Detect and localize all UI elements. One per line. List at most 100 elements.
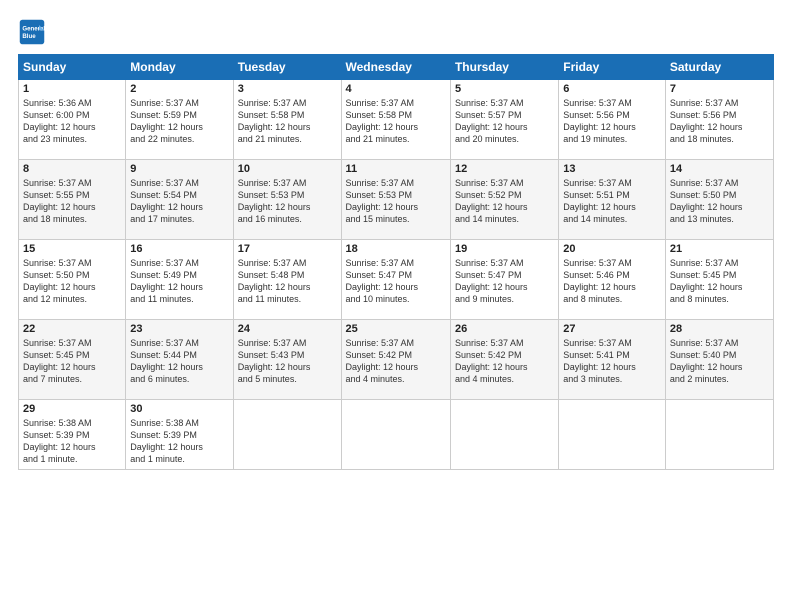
day-info: Sunrise: 5:37 AMSunset: 5:50 PMDaylight:… — [23, 257, 121, 306]
day-info: Sunrise: 5:37 AMSunset: 5:41 PMDaylight:… — [563, 337, 661, 386]
day-info: Sunrise: 5:37 AMSunset: 5:47 PMDaylight:… — [455, 257, 554, 306]
day-number: 25 — [346, 323, 446, 335]
calendar-cell — [665, 400, 773, 470]
day-number: 8 — [23, 163, 121, 175]
calendar-cell: 9 Sunrise: 5:37 AMSunset: 5:54 PMDaylight… — [126, 160, 233, 240]
day-number: 16 — [130, 243, 228, 255]
day-number: 4 — [346, 83, 446, 95]
calendar-cell: 17 Sunrise: 5:37 AMSunset: 5:48 PMDayligh… — [233, 240, 341, 320]
day-info: Sunrise: 5:37 AMSunset: 5:51 PMDaylight:… — [563, 177, 661, 226]
calendar-cell: 16 Sunrise: 5:37 AMSunset: 5:49 PMDayligh… — [126, 240, 233, 320]
day-info: Sunrise: 5:37 AMSunset: 5:53 PMDaylight:… — [346, 177, 446, 226]
calendar-cell — [559, 400, 666, 470]
calendar-cell — [341, 400, 450, 470]
calendar-cell: 27 Sunrise: 5:37 AMSunset: 5:41 PMDayligh… — [559, 320, 666, 400]
calendar-cell: 10 Sunrise: 5:37 AMSunset: 5:53 PMDayligh… — [233, 160, 341, 240]
day-number: 7 — [670, 83, 769, 95]
day-info: Sunrise: 5:37 AMSunset: 5:44 PMDaylight:… — [130, 337, 228, 386]
day-number: 20 — [563, 243, 661, 255]
weekday-header: Wednesday — [341, 55, 450, 80]
calendar-cell: 2Sunrise: 5:37 AMSunset: 5:59 PMDaylight… — [126, 80, 233, 160]
day-info: Sunrise: 5:37 AMSunset: 5:58 PMDaylight:… — [346, 97, 446, 146]
day-number: 18 — [346, 243, 446, 255]
day-info: Sunrise: 5:37 AMSunset: 5:53 PMDaylight:… — [238, 177, 337, 226]
day-info: Sunrise: 5:37 AMSunset: 5:56 PMDaylight:… — [563, 97, 661, 146]
day-info: Sunrise: 5:37 AMSunset: 5:49 PMDaylight:… — [130, 257, 228, 306]
day-number: 29 — [23, 403, 121, 415]
day-info: Sunrise: 5:37 AMSunset: 5:42 PMDaylight:… — [346, 337, 446, 386]
calendar-cell: 3Sunrise: 5:37 AMSunset: 5:58 PMDaylight… — [233, 80, 341, 160]
calendar-cell: 4 Sunrise: 5:37 AMSunset: 5:58 PMDaylight… — [341, 80, 450, 160]
calendar-week-row: 15 Sunrise: 5:37 AMSunset: 5:50 PMDayligh… — [19, 240, 774, 320]
day-info: Sunrise: 5:37 AMSunset: 5:45 PMDaylight:… — [670, 257, 769, 306]
calendar-cell: 28 Sunrise: 5:37 AMSunset: 5:40 PMDayligh… — [665, 320, 773, 400]
calendar-cell: 5 Sunrise: 5:37 AMSunset: 5:57 PMDaylight… — [450, 80, 558, 160]
day-number: 21 — [670, 243, 769, 255]
calendar: SundayMondayTuesdayWednesdayThursdayFrid… — [18, 54, 774, 470]
weekday-header: Saturday — [665, 55, 773, 80]
weekday-header: Sunday — [19, 55, 126, 80]
day-info: Sunrise: 5:37 AMSunset: 5:50 PMDaylight:… — [670, 177, 769, 226]
calendar-cell: 15 Sunrise: 5:37 AMSunset: 5:50 PMDayligh… — [19, 240, 126, 320]
weekday-header-row: SundayMondayTuesdayWednesdayThursdayFrid… — [19, 55, 774, 80]
day-number: 17 — [238, 243, 337, 255]
day-number: 9 — [130, 163, 228, 175]
weekday-header: Friday — [559, 55, 666, 80]
calendar-week-row: 8 Sunrise: 5:37 AMSunset: 5:55 PMDaylight… — [19, 160, 774, 240]
day-info: Sunrise: 5:37 AMSunset: 5:59 PMDaylight:… — [130, 97, 228, 146]
day-info: Sunrise: 5:37 AMSunset: 5:45 PMDaylight:… — [23, 337, 121, 386]
calendar-cell: 12 Sunrise: 5:37 AMSunset: 5:52 PMDayligh… — [450, 160, 558, 240]
day-info: Sunrise: 5:37 AMSunset: 5:47 PMDaylight:… — [346, 257, 446, 306]
day-number: 1 — [23, 83, 121, 95]
day-number: 23 — [130, 323, 228, 335]
calendar-cell: 29Sunrise: 5:38 AMSunset: 5:39 PMDayligh… — [19, 400, 126, 470]
day-info: Sunrise: 5:37 AMSunset: 5:48 PMDaylight:… — [238, 257, 337, 306]
calendar-cell: 30 Sunrise: 5:38 AMSunset: 5:39 PMDayligh… — [126, 400, 233, 470]
page: General Blue SundayMondayTuesdayWednesda… — [0, 0, 792, 612]
day-info: Sunrise: 5:37 AMSunset: 5:54 PMDaylight:… — [130, 177, 228, 226]
weekday-header: Tuesday — [233, 55, 341, 80]
day-info: Sunrise: 5:37 AMSunset: 5:42 PMDaylight:… — [455, 337, 554, 386]
day-number: 22 — [23, 323, 121, 335]
day-info: Sunrise: 5:37 AMSunset: 5:43 PMDaylight:… — [238, 337, 337, 386]
calendar-cell: 20 Sunrise: 5:37 AMSunset: 5:46 PMDayligh… — [559, 240, 666, 320]
calendar-cell: 19 Sunrise: 5:37 AMSunset: 5:47 PMDayligh… — [450, 240, 558, 320]
calendar-week-row: 22 Sunrise: 5:37 AMSunset: 5:45 PMDayligh… — [19, 320, 774, 400]
day-number: 28 — [670, 323, 769, 335]
day-number: 10 — [238, 163, 337, 175]
calendar-cell: 18 Sunrise: 5:37 AMSunset: 5:47 PMDayligh… — [341, 240, 450, 320]
calendar-cell: 26Sunrise: 5:37 AMSunset: 5:42 PMDayligh… — [450, 320, 558, 400]
calendar-week-row: 29 Sunrise: 5:38 AMSunset: 5:39 PMDayligh… — [19, 400, 774, 470]
day-info: Sunrise: 5:37 AMSunset: 5:46 PMDaylight:… — [563, 257, 661, 306]
day-info: Sunrise: 5:38 AMSunset: 5:39 PMDaylight:… — [130, 417, 228, 466]
logo-icon: General Blue — [18, 18, 46, 46]
day-number: 24 — [238, 323, 337, 335]
svg-text:Blue: Blue — [22, 33, 36, 40]
calendar-cell: 21 Sunrise: 5:37 AMSunset: 5:45 PMDayligh… — [665, 240, 773, 320]
day-number: 15 — [23, 243, 121, 255]
day-info: Sunrise: 5:37 AMSunset: 5:57 PMDaylight:… — [455, 97, 554, 146]
calendar-cell: 25 Sunrise: 5:37 AMSunset: 5:42 PMDayligh… — [341, 320, 450, 400]
calendar-cell: 6 Sunrise: 5:37 AMSunset: 5:56 PMDaylight… — [559, 80, 666, 160]
day-number: 5 — [455, 83, 554, 95]
day-info: Sunrise: 5:37 AMSunset: 5:52 PMDaylight:… — [455, 177, 554, 226]
header: General Blue — [18, 18, 774, 46]
day-number: 19 — [455, 243, 554, 255]
day-info: Sunrise: 5:37 AMSunset: 5:58 PMDaylight:… — [238, 97, 337, 146]
calendar-cell: 11Sunrise: 5:37 AMSunset: 5:53 PMDayligh… — [341, 160, 450, 240]
day-number: 6 — [563, 83, 661, 95]
day-number: 30 — [130, 403, 228, 415]
day-number: 27 — [563, 323, 661, 335]
calendar-cell: 13 Sunrise: 5:37 AMSunset: 5:51 PMDayligh… — [559, 160, 666, 240]
calendar-cell: 22 Sunrise: 5:37 AMSunset: 5:45 PMDayligh… — [19, 320, 126, 400]
calendar-cell — [233, 400, 341, 470]
calendar-cell: 1Sunrise: 5:36 AMSunset: 6:00 PMDaylight… — [19, 80, 126, 160]
calendar-cell: 24 Sunrise: 5:37 AMSunset: 5:43 PMDayligh… — [233, 320, 341, 400]
weekday-header: Thursday — [450, 55, 558, 80]
day-number: 14 — [670, 163, 769, 175]
day-info: Sunrise: 5:37 AMSunset: 5:55 PMDaylight:… — [23, 177, 121, 226]
day-number: 13 — [563, 163, 661, 175]
day-number: 12 — [455, 163, 554, 175]
calendar-cell: 7Sunrise: 5:37 AMSunset: 5:56 PMDaylight… — [665, 80, 773, 160]
day-info: Sunrise: 5:37 AMSunset: 5:40 PMDaylight:… — [670, 337, 769, 386]
